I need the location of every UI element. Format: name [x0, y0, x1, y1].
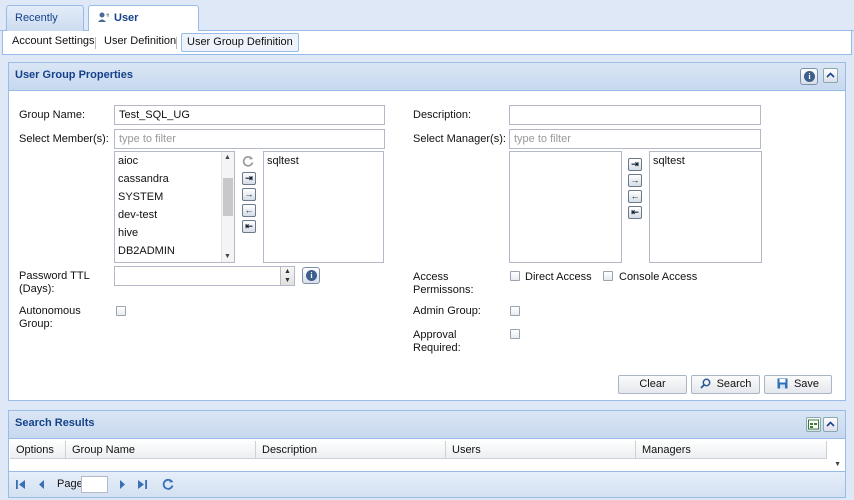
list-item[interactable]: sqltest: [650, 152, 761, 170]
user-icon: +: [97, 8, 111, 32]
pagination-toolbar: Page: [9, 471, 845, 497]
selected-managers-list[interactable]: sqltest: [649, 151, 762, 263]
panel-title: Search Results: [15, 417, 95, 429]
remove-all-managers-button[interactable]: ⇤: [628, 206, 642, 219]
group-name-input[interactable]: Test_SQL_UG: [114, 105, 385, 125]
help-info-button[interactable]: i: [800, 68, 818, 85]
column-header[interactable]: Description: [256, 441, 446, 459]
list-item[interactable]: SYSTEM: [115, 188, 234, 206]
subtab-user-group-definition[interactable]: User Group Definition: [181, 33, 299, 52]
scroll-down-icon[interactable]: ▼: [224, 253, 231, 260]
column-header[interactable]: Options: [10, 441, 66, 459]
svg-text:+: +: [106, 12, 110, 19]
save-button-label: Save: [793, 378, 820, 390]
managers-filter-input[interactable]: type to filter: [509, 129, 761, 149]
console-access-label: Console Access: [619, 271, 698, 283]
tab-user-accounts[interactable]: + User Accounts✕: [88, 5, 199, 50]
remove-manager-button[interactable]: ←: [628, 190, 642, 203]
panel-header: Search Results: [9, 411, 845, 439]
results-table-header: Options Group Name Description Users Man…: [10, 441, 827, 459]
export-button[interactable]: [806, 417, 821, 432]
panel-title: User Group Properties: [15, 69, 133, 81]
description-label: Description:: [413, 109, 472, 121]
add-manager-button[interactable]: →: [628, 174, 642, 187]
previous-page-icon[interactable]: [37, 479, 46, 493]
approval-required-checkbox[interactable]: [510, 329, 520, 339]
tab-recently-view[interactable]: Recently View: [6, 5, 84, 48]
list-item[interactable]: DB2ADMIN: [115, 242, 234, 260]
scroll-thumb[interactable]: [223, 178, 233, 216]
add-all-managers-button[interactable]: ⇥: [628, 158, 642, 171]
sub-tab-bar: Account Settings User Definition User Gr…: [2, 31, 852, 55]
top-tab-bar: Recently View + User Accounts✕: [0, 0, 854, 50]
direct-access-checkbox[interactable]: [510, 271, 520, 281]
divider: [95, 37, 96, 49]
password-ttl-label: Password TTL (Days):: [19, 270, 90, 295]
select-members-label: Select Member(s):: [19, 133, 109, 145]
add-member-button[interactable]: →: [242, 188, 256, 201]
group-name-label: Group Name:: [19, 109, 86, 121]
page-number-input[interactable]: [81, 476, 108, 493]
search-icon: [699, 378, 711, 395]
remove-member-button[interactable]: ←: [242, 204, 256, 217]
save-button[interactable]: Save: [764, 375, 832, 394]
admin-group-checkbox[interactable]: [510, 306, 520, 316]
scrollbar[interactable]: ▲ ▼: [221, 152, 234, 262]
column-header[interactable]: Group Name: [66, 441, 256, 459]
select-managers-label: Select Manager(s):: [413, 133, 506, 145]
access-permissions-label: Access Permissons:: [413, 271, 474, 296]
info-icon: i: [804, 71, 815, 82]
description-input[interactable]: [509, 105, 761, 125]
next-page-icon[interactable]: [118, 479, 127, 493]
page-label: Page: [57, 478, 83, 490]
list-item[interactable]: cassandra: [115, 170, 234, 188]
column-header[interactable]: Users: [446, 441, 636, 459]
selected-members-list[interactable]: sqltest: [263, 151, 384, 263]
first-page-icon[interactable]: [15, 479, 26, 493]
available-members-list[interactable]: aioc cassandra SYSTEM dev-test hive DB2A…: [114, 151, 235, 263]
admin-group-label: Admin Group:: [413, 305, 481, 317]
scroll-down-icon[interactable]: ▼: [834, 461, 841, 468]
list-item[interactable]: aioc: [115, 152, 234, 170]
last-page-icon[interactable]: [137, 479, 148, 493]
info-icon: i: [306, 270, 317, 281]
autonomous-group-label: Autonomous Group:: [19, 305, 81, 330]
collapse-button[interactable]: [823, 68, 838, 83]
scroll-up-icon[interactable]: ▲: [224, 154, 231, 161]
search-button[interactable]: Search: [691, 375, 760, 394]
subtab-user-definition[interactable]: User Definition: [99, 33, 181, 52]
add-all-members-button[interactable]: ⇥: [242, 172, 256, 185]
console-access-checkbox[interactable]: [603, 271, 613, 281]
save-icon: [777, 378, 788, 395]
list-item[interactable]: dev-test: [115, 206, 234, 224]
subtab-account-settings[interactable]: Account Settings: [7, 33, 100, 52]
collapse-button[interactable]: [823, 417, 838, 432]
members-filter-input[interactable]: type to filter: [114, 129, 385, 149]
available-managers-list[interactable]: [509, 151, 622, 263]
column-header[interactable]: Managers: [636, 441, 827, 459]
password-ttl-stepper[interactable]: ▲ ▼: [281, 266, 295, 286]
chevron-up-icon: [826, 421, 835, 427]
search-results-panel: Search Results Options Group Name Descri…: [8, 410, 846, 498]
clear-button[interactable]: Clear: [618, 375, 687, 394]
list-item[interactable]: sqltest: [264, 152, 383, 170]
list-item[interactable]: hive: [115, 224, 234, 242]
chevron-up-icon: [826, 72, 835, 78]
user-group-properties-panel: User Group Properties i Group Name: Test…: [8, 62, 846, 401]
clear-button-label: Clear: [639, 378, 666, 390]
panel-header: User Group Properties i: [9, 63, 845, 91]
password-ttl-info-button[interactable]: i: [302, 267, 320, 284]
direct-access-label: Direct Access: [525, 271, 592, 283]
search-button-label: Search: [716, 378, 752, 390]
refresh-icon[interactable]: [161, 477, 175, 494]
divider: [176, 37, 177, 49]
autonomous-group-checkbox[interactable]: [116, 306, 126, 316]
approval-required-label: Approval Required:: [413, 329, 461, 354]
password-ttl-input[interactable]: [114, 266, 281, 286]
export-icon: [808, 419, 819, 430]
remove-all-members-button[interactable]: ⇤: [242, 220, 256, 233]
refresh-icon[interactable]: [241, 154, 255, 171]
